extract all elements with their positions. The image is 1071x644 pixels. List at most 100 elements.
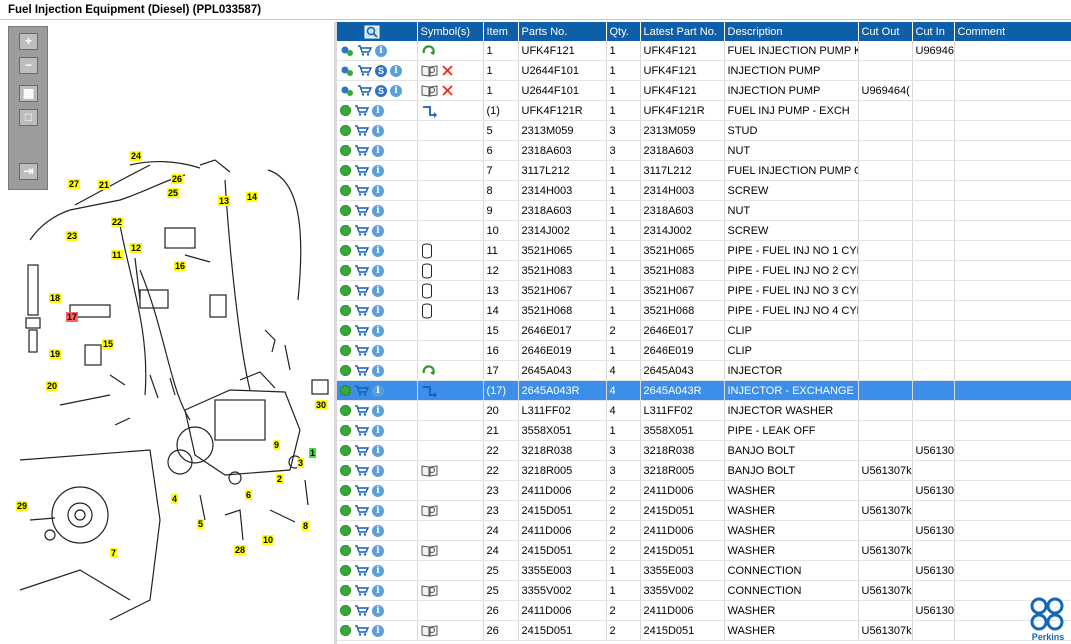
cart-icon[interactable]: [354, 105, 369, 116]
info-icon[interactable]: i: [372, 484, 384, 497]
gear-icon[interactable]: [340, 185, 351, 197]
callout-24[interactable]: 24: [130, 151, 143, 161]
table-row[interactable]: i 12 3521H083 1 3521H083 PIPE - FUEL INJ NO 2…: [337, 260, 1071, 281]
callout-17[interactable]: 17: [66, 312, 79, 322]
callout-6[interactable]: 6: [245, 490, 253, 500]
col-parts-no[interactable]: Parts No.: [518, 22, 607, 41]
cart-icon[interactable]: [354, 365, 369, 376]
info-icon[interactable]: i: [390, 84, 402, 97]
cart-icon[interactable]: [354, 505, 369, 516]
callout-7[interactable]: 7: [110, 548, 118, 558]
gear-icon[interactable]: [340, 365, 351, 377]
table-row[interactable]: Si 1 U2644F101 1 UFK4F121 INJECTION PUMP U9694…: [337, 80, 1071, 101]
callout-3[interactable]: 3: [297, 458, 305, 468]
gear-icon[interactable]: [340, 145, 351, 157]
fit-page-icon[interactable]: ▦: [19, 85, 38, 102]
callout-22[interactable]: 22: [111, 217, 124, 227]
cart-icon[interactable]: [354, 605, 369, 616]
info-icon[interactable]: i: [372, 504, 384, 517]
service-icon[interactable]: S: [375, 84, 387, 97]
callout-8[interactable]: 8: [302, 521, 310, 531]
callout-18[interactable]: 18: [49, 293, 62, 303]
table-row[interactable]: i 23 2415D051 2 2415D051 WASHER U561307k: [337, 500, 1071, 521]
col-latest-part-no[interactable]: Latest Part No.: [640, 22, 725, 41]
info-icon[interactable]: i: [372, 204, 384, 217]
cart-icon[interactable]: [357, 65, 372, 76]
info-icon[interactable]: i: [372, 264, 384, 277]
callout-14[interactable]: 14: [246, 192, 259, 202]
table-row[interactable]: i 21 3558X051 1 3558X051 PIPE - LEAK OFF: [337, 420, 1071, 441]
info-icon[interactable]: i: [372, 604, 384, 617]
gear-icon[interactable]: [340, 605, 351, 617]
callout-12[interactable]: 12: [130, 243, 143, 253]
cart-icon[interactable]: [354, 345, 369, 356]
callout-13[interactable]: 13: [218, 196, 231, 206]
callout-23[interactable]: 23: [66, 231, 79, 241]
col-description[interactable]: Description: [724, 22, 859, 41]
gear-icon[interactable]: [340, 105, 351, 117]
table-row[interactable]: i73117L21213117L212FUEL INJECTION PUMP G…: [337, 160, 1071, 181]
info-icon[interactable]: i: [372, 464, 384, 477]
gear-icon[interactable]: [340, 485, 351, 497]
callout-21[interactable]: 21: [98, 180, 111, 190]
gears-icon[interactable]: [340, 65, 354, 77]
callout-19[interactable]: 19: [49, 349, 62, 359]
zoom-in-icon[interactable]: +: [19, 33, 38, 50]
cart-icon[interactable]: [354, 185, 369, 196]
col-qty[interactable]: Qty.: [606, 22, 641, 41]
table-row[interactable]: i 23 2411D006 2 2411D006 WASHER U56130: [337, 480, 1071, 501]
table-row[interactable]: i 8 2314H003 1 2314H003 SCREW: [337, 180, 1071, 201]
info-icon[interactable]: i: [372, 284, 384, 297]
gear-icon[interactable]: [340, 265, 351, 277]
gear-icon[interactable]: [340, 205, 351, 217]
gear-icon[interactable]: [340, 565, 351, 577]
cart-icon[interactable]: [354, 545, 369, 556]
table-row[interactable]: Si 1 U2644F101 1 UFK4F121 INJECTION PUMP: [337, 60, 1071, 81]
callout-30[interactable]: 30: [315, 400, 328, 410]
gear-icon[interactable]: [340, 525, 351, 537]
table-row[interactable]: i 25 3355E003 1 3355E003 CONNECTION U56130: [337, 560, 1071, 581]
cart-icon[interactable]: [354, 625, 369, 636]
info-icon[interactable]: i: [372, 304, 384, 317]
supersede-icon[interactable]: [421, 44, 437, 58]
info-icon[interactable]: i: [372, 544, 384, 557]
info-icon[interactable]: i: [372, 344, 384, 357]
callout-11[interactable]: 11: [111, 250, 123, 260]
cart-icon[interactable]: [354, 205, 369, 216]
cylinder-icon[interactable]: [421, 283, 433, 299]
callout-25[interactable]: 25: [167, 188, 180, 198]
callout-15[interactable]: 15: [102, 339, 115, 349]
cart-icon[interactable]: [354, 525, 369, 536]
cart-icon[interactable]: [354, 485, 369, 496]
actual-size-icon[interactable]: □: [19, 109, 38, 126]
info-icon[interactable]: i: [372, 184, 384, 197]
table-row[interactable]: i 17 2645A043 4 2645A043 INJECTOR: [337, 360, 1071, 381]
gear-icon[interactable]: [340, 325, 351, 337]
table-row[interactable]: i 26 2411D006 2 2411D006 WASHER U56130: [337, 600, 1071, 621]
callout-5[interactable]: 5: [197, 519, 205, 529]
cart-icon[interactable]: [354, 265, 369, 276]
table-row[interactable]: i 6 2318A603 3 2318A603 NUT: [337, 140, 1071, 161]
gear-icon[interactable]: [340, 545, 351, 557]
cart-icon[interactable]: [354, 225, 369, 236]
cart-icon[interactable]: [354, 405, 369, 416]
table-row[interactable]: i 10 2314J002 1 2314J002 SCREW: [337, 220, 1071, 241]
gear-icon[interactable]: [340, 165, 351, 177]
info-icon[interactable]: i: [372, 364, 384, 377]
cart-icon[interactable]: [354, 165, 369, 176]
info-icon[interactable]: i: [372, 404, 384, 417]
callout-1[interactable]: 1: [309, 448, 317, 458]
table-row[interactable]: i 14 3521H068 1 3521H068 PIPE - FUEL INJ NO 4…: [337, 300, 1071, 321]
table-row[interactable]: i 22 3218R005 3 3218R005 BANJO BOLT U561307k: [337, 460, 1071, 481]
info-icon[interactable]: i: [375, 44, 387, 57]
col-cut-out[interactable]: Cut Out: [858, 22, 913, 41]
exchange-icon[interactable]: [421, 104, 439, 118]
book-icon[interactable]: [421, 544, 438, 557]
cylinder-icon[interactable]: [421, 243, 433, 259]
table-row[interactable]: i 5 2313M059 3 2313M059 STUD: [337, 120, 1071, 141]
cart-icon[interactable]: [354, 305, 369, 316]
callout-4[interactable]: 4: [171, 494, 179, 504]
callout-28[interactable]: 28: [234, 545, 247, 555]
table-row[interactable]: i 9 2318A603 1 2318A603 NUT: [337, 200, 1071, 221]
cart-icon[interactable]: [357, 45, 372, 56]
